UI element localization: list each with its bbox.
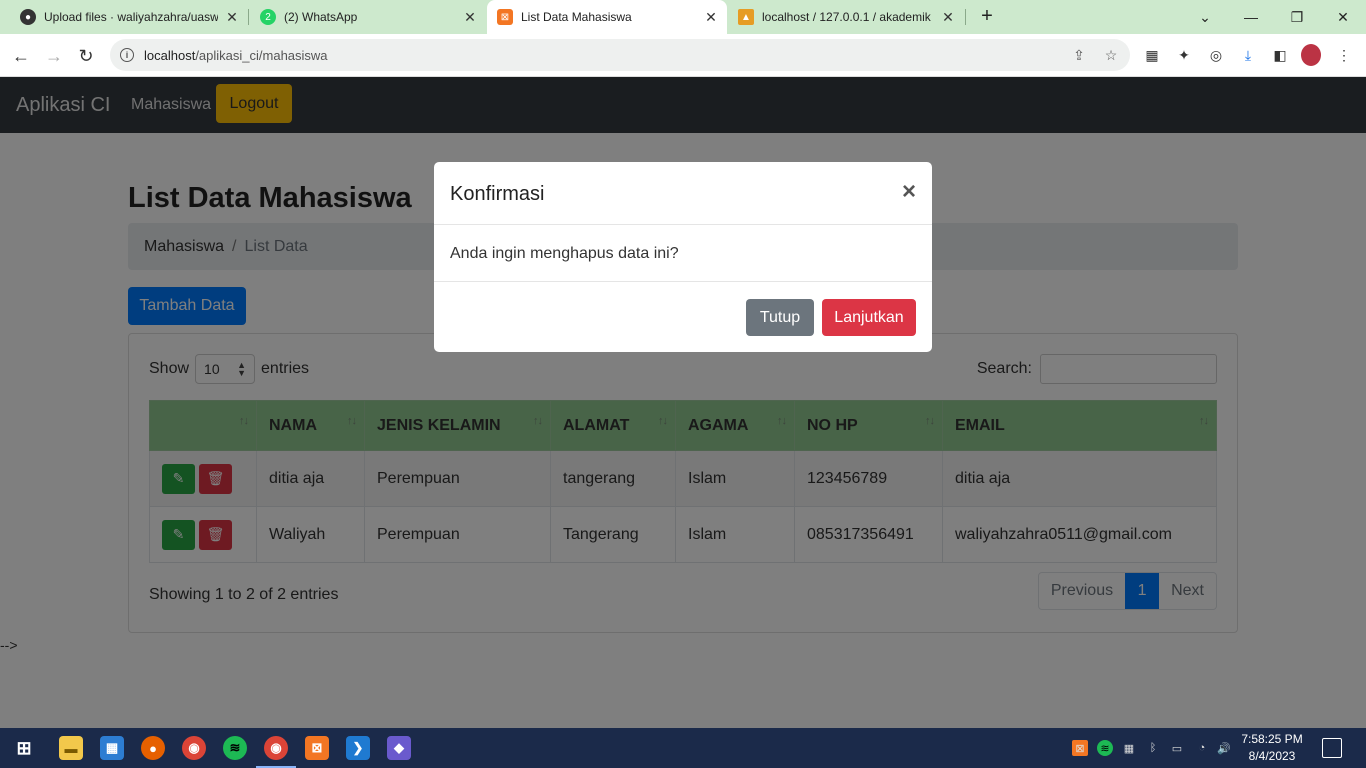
spotify-tray-icon[interactable]: ≋ [1097,740,1113,756]
restore-icon[interactable]: ❐ [1274,0,1320,34]
vscode-icon[interactable]: ❯ [346,736,370,760]
address-bar[interactable]: i localhost/aplikasi_ci/mahasiswa ⇪ ☆ [110,39,1130,71]
tab-divider [965,9,966,25]
tab-divider [248,9,249,25]
profile-avatar[interactable] [1301,44,1321,66]
tab-github[interactable]: ● Upload files · waliyahzahra/uasw ✕ [8,0,248,34]
browser-menu-icon[interactable]: ⋮ [1334,45,1354,65]
page-viewport: Aplikasi CI Mahasiswa Logout List Data M… [0,77,1366,728]
volume-icon[interactable]: 🔊 [1216,740,1232,756]
download-icon[interactable]: ⤓ [1238,45,1258,65]
microsoft-store-icon[interactable]: ▦ [100,736,124,760]
avatar [1301,44,1321,66]
phpmyadmin-icon: ▲ [738,9,754,25]
modal-close-icon[interactable]: × [902,180,916,204]
close-window-icon[interactable]: ✕ [1320,0,1366,34]
wifi-icon[interactable]: ◔ [1194,740,1210,756]
tab-whatsapp[interactable]: 2 (2) WhatsApp ✕ [250,0,486,34]
clock-time: 7:58:25 PM [1241,732,1303,746]
url-path: /aplikasi_ci/mahasiswa [195,47,328,63]
url-host: localhost [144,47,196,63]
extensions-puzzle-icon[interactable]: ✦ [1174,45,1194,65]
xampp-icon: ⊠ [497,9,513,25]
bluetooth-icon[interactable]: ᛒ [1145,740,1161,756]
url-text: localhost/aplikasi_ci/mahasiswa [144,48,328,63]
whatsapp-icon: 2 [260,9,276,25]
tab-list-data-mahasiswa[interactable]: ⊠ List Data Mahasiswa ✕ [487,0,727,34]
chrome-profile-icon[interactable]: ◉ [256,736,296,768]
minimize-icon[interactable]: — [1228,0,1274,34]
clock-date: 8/4/2023 [1248,749,1296,763]
browser-tab-strip: ● Upload files · waliyahzahra/uasw ✕ 2 (… [0,0,1366,34]
modal-header: Konfirmasi × [434,162,932,225]
new-tab-icon[interactable]: + [976,5,998,27]
windows-taskbar: ⊞ ▬ ▦ ● ◉ ≋ ◉ ⊠ ❯ ◆ ⊠ ≋ ▦ ᛒ ▭ ◔ 🔊 7:58:2… [0,728,1366,768]
close-tab-icon[interactable]: ✕ [940,9,956,26]
modal-confirm-button[interactable]: Lanjutkan [822,299,916,336]
tab-search-icon[interactable]: ⌄ [1182,0,1228,34]
forward-icon[interactable]: → [41,43,67,69]
back-icon[interactable]: ← [8,43,34,69]
battery-icon[interactable]: ▭ [1169,740,1185,756]
close-tab-icon[interactable]: ✕ [224,9,240,26]
modal-backdrop-top[interactable] [0,77,1366,133]
firefox-icon[interactable]: ● [141,736,165,760]
confirm-delete-modal: Konfirmasi × Anda ingin menghapus data i… [434,162,932,352]
browser-toolbar: ← → ↻ i localhost/aplikasi_ci/mahasiswa … [0,34,1366,77]
github-icon: ● [20,9,36,25]
side-panel-icon[interactable]: ◧ [1270,45,1290,65]
site-info-icon[interactable]: i [120,48,134,62]
chrome-icon[interactable]: ◉ [182,736,206,760]
share-icon[interactable]: ⇪ [1070,47,1088,65]
network-app-tray-icon[interactable]: ▦ [1121,740,1137,756]
modal-footer: Tutup Lanjutkan [434,281,932,352]
media-extension-icon[interactable]: ◎ [1206,45,1226,65]
modal-title: Konfirmasi [450,183,545,205]
app-launcher-icon[interactable]: ◆ [387,736,411,760]
close-tab-icon[interactable]: ✕ [462,9,478,26]
tab-title: (2) WhatsApp [284,10,358,24]
modal-backdrop[interactable]: Konfirmasi × Anda ingin menghapus data i… [0,133,1366,728]
close-tab-icon[interactable]: ✕ [703,9,719,26]
reload-icon[interactable]: ↻ [73,43,99,69]
windows-start-icon[interactable]: ⊞ [12,736,36,760]
modal-cancel-button[interactable]: Tutup [746,299,814,336]
xampp-tray-icon[interactable]: ⊠ [1072,740,1088,756]
tab-title: Upload files · waliyahzahra/uasw [44,10,218,24]
modal-message: Anda ingin menghapus data ini? [450,245,679,262]
tab-phpmyadmin[interactable]: ▲ localhost / 127.0.0.1 / akademik | ✕ [730,0,964,34]
tab-title: localhost / 127.0.0.1 / akademik | [762,10,934,24]
xampp-taskbar-icon[interactable]: ⊠ [305,736,329,760]
file-explorer-icon[interactable]: ▬ [59,736,83,760]
taskbar-clock[interactable]: 7:58:25 PM 8/4/2023 [1238,731,1306,765]
tab-title: List Data Mahasiswa [521,10,632,24]
notification-center-icon[interactable] [1322,738,1342,758]
calculator-extension-icon[interactable]: ▦ [1142,45,1162,65]
bookmark-star-icon[interactable]: ☆ [1102,47,1120,65]
spotify-icon[interactable]: ≋ [223,736,247,760]
